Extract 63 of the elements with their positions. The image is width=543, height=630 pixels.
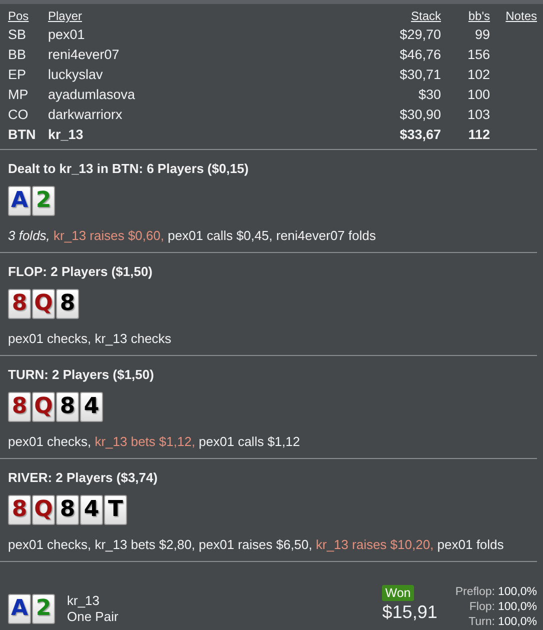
equity-label: Turn: [468,616,495,628]
action-line: 3 folds, kr_13 raises $0,60, pex01 calls $0,45, reni4ever07 folds [8,227,377,244]
table-cell-text: luckyslav [48,66,104,84]
playing-card: 8 [56,392,79,422]
table-cell-text: BB [8,46,28,64]
table-cell-text: EP [8,66,28,84]
equity-label: Flop: [469,601,495,613]
column-header[interactable]: Player [48,8,400,25]
playing-card: 8 [56,495,79,525]
playing-card: Q [32,289,55,319]
playing-card: T [104,495,127,525]
table-cell-text: 112 [467,126,490,144]
column-header[interactable]: Notes [490,8,537,25]
playing-card: 8 [8,495,31,525]
table-cell-text: 100 [466,86,490,104]
equity-value: 100,0% [498,616,537,628]
table-cell-text: $30 [417,86,441,104]
table-cell-text: MP [8,86,30,104]
playing-card: 8 [8,392,31,422]
street-heading: RIVER: 2 Players ($3,74) [8,469,159,486]
playing-card: 2 [32,594,55,624]
street-heading: FLOP: 2 Players ($1,50) [8,263,154,280]
action-line: pex01 checks, kr_13 bets $2,80, pex01 raises $6,50, kr_13 raises $10,20, pex01 folds [8,536,505,553]
playing-card: 4 [80,392,103,422]
table-cell-text: darkwarriorx [48,106,124,124]
table-cell-text: $33,67 [400,126,441,144]
street-heading: Dealt to kr_13 in BTN: 6 Players ($0,15) [8,160,250,177]
playing-card: 8 [8,289,31,319]
playing-card: 8 [56,289,79,319]
column-header[interactable]: Pos [8,8,48,25]
playing-card: Q [32,495,55,525]
table-cell-text: reni4ever07 [48,46,120,64]
table-cell-text: pex01 [48,26,86,44]
table-cell-text: 102 [466,66,490,84]
table-cell-text: $30,71 [400,66,441,84]
playing-card: 4 [80,495,103,525]
table-cell-text: 103 [466,106,490,124]
playing-card: A [8,186,31,216]
table-cell-text: $30,90 [400,106,441,124]
table-cell-text: ayadumlasova [48,86,136,104]
action-line: pex01 checks, kr_13 bets $1,12, pex01 calls $1,12 [8,433,301,450]
playing-card: A [8,594,31,624]
playing-card: Q [32,392,55,422]
equity-label: Preflop: [455,586,495,598]
equity-value: 100,0% [498,586,537,598]
table-cell-text: 99 [474,26,490,44]
table-cell-text: $29,70 [400,26,441,44]
table-cell-text: BTN [8,126,37,144]
table-cell-text: CO [8,106,30,124]
hand-rank: One Pair [67,609,120,625]
won-amount: $15,91 [382,601,438,623]
table-cell-text: 156 [466,46,490,64]
action-line: pex01 checks, kr_13 checks [8,330,172,347]
column-header[interactable]: bb's [441,8,490,25]
table-cell-text: $46,76 [400,46,441,64]
equity-value: 100,0% [498,601,537,613]
won-badge: Won [382,585,414,601]
table-cell-text: kr_13 [48,126,84,144]
street-heading: TURN: 2 Players ($1,50) [8,366,155,383]
table-cell-text: SB [8,26,28,44]
column-header[interactable]: Stack [400,8,441,25]
player-name: kr_13 [67,593,101,609]
playing-card: 2 [32,186,55,216]
